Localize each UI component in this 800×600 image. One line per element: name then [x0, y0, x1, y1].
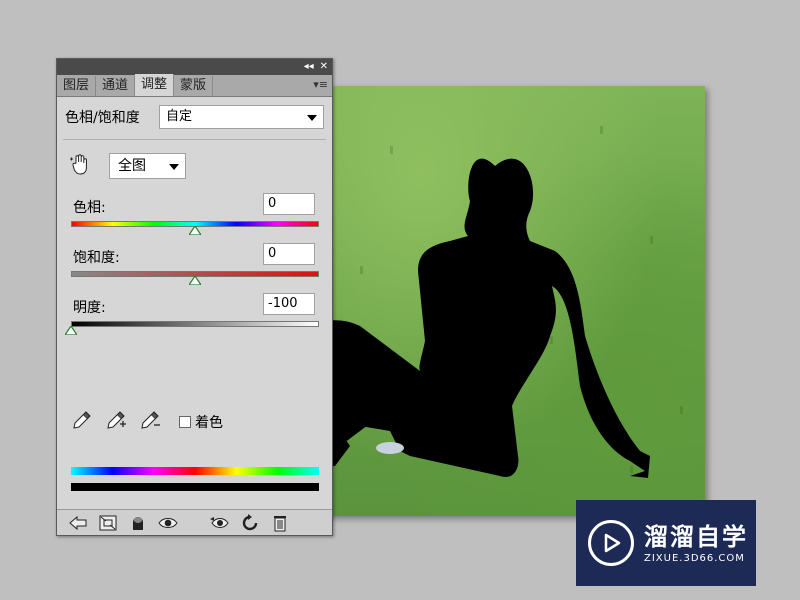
lightness-label: 明度: — [73, 300, 106, 316]
color-spectrum-bar — [71, 467, 319, 475]
clip-layer-icon[interactable] — [123, 512, 153, 534]
adjustments-panel: ◂◂ ✕ 图层 通道 调整 蒙版 ▾≡ 色相/饱和度 自定 全图 色相: 0 饱… — [56, 58, 333, 536]
colorize-checkbox[interactable] — [179, 416, 191, 428]
hue-slider-thumb[interactable] — [189, 226, 201, 235]
tab-layers[interactable]: 图层 — [57, 76, 97, 96]
hue-input[interactable]: 0 — [263, 193, 315, 215]
reset-icon[interactable] — [235, 512, 265, 534]
hue-label: 色相: — [73, 200, 106, 216]
watermark-title: 溜溜自学 — [644, 522, 748, 551]
view-previous-icon[interactable] — [205, 512, 235, 534]
watermark-text: 溜溜自学 ZIXUE.3D66.COM — [644, 523, 748, 564]
targeted-adjustment-hand-icon[interactable] — [69, 153, 93, 181]
lightness-slider-thumb[interactable] — [65, 326, 77, 335]
preset-value: 自定 — [166, 109, 193, 124]
watermark-subtitle: ZIXUE.3D66.COM — [644, 552, 745, 564]
silhouette-image — [300, 116, 683, 478]
canvas-photo[interactable] — [300, 86, 705, 516]
colorize-label: 着色 — [195, 415, 223, 431]
panel-menu-icon[interactable]: ▾≡ — [313, 78, 328, 91]
saturation-slider-thumb[interactable] — [189, 276, 201, 285]
eyedropper-add-icon[interactable] — [105, 409, 127, 431]
visibility-eye-icon[interactable] — [153, 512, 183, 534]
chevron-down-icon — [169, 164, 179, 170]
adjustment-title: 色相/饱和度 — [65, 110, 140, 126]
eyedropper-subtract-icon[interactable] — [139, 409, 161, 431]
tab-channels[interactable]: 通道 — [96, 76, 136, 96]
preset-row: 色相/饱和度 自定 — [57, 99, 332, 135]
close-icon[interactable]: ✕ — [320, 61, 328, 73]
expand-view-icon[interactable] — [93, 512, 123, 534]
colorize-option[interactable]: 着色 — [179, 412, 223, 432]
lightness-input[interactable]: -100 — [263, 293, 315, 315]
lightness-slider-track[interactable] — [71, 321, 319, 327]
chevron-down-icon — [307, 115, 317, 121]
saturation-input[interactable]: 0 — [263, 243, 315, 265]
back-arrow-icon[interactable] — [63, 512, 93, 534]
saturation-label: 饱和度: — [73, 250, 120, 266]
edit-range-dropdown[interactable]: 全图 — [109, 153, 186, 179]
panel-titlebar: ◂◂ ✕ — [57, 59, 332, 75]
edit-range-value: 全图 — [118, 158, 146, 174]
play-logo-icon — [588, 520, 634, 566]
eyedropper-icon[interactable] — [71, 409, 93, 431]
watermark-logo: 溜溜自学 ZIXUE.3D66.COM — [576, 500, 756, 586]
tab-adjustments[interactable]: 调整 — [135, 74, 175, 96]
collapse-icon[interactable]: ◂◂ — [304, 61, 314, 73]
divider — [63, 139, 326, 140]
preset-dropdown[interactable]: 自定 — [159, 105, 324, 129]
tab-masks[interactable]: 蒙版 — [174, 76, 214, 96]
result-spectrum-bar — [71, 483, 319, 491]
eyedropper-group — [71, 409, 161, 431]
panel-tabs: 图层 通道 调整 蒙版 ▾≡ — [57, 74, 332, 97]
panel-bottom-toolbar — [57, 509, 332, 535]
trash-icon[interactable] — [265, 512, 295, 534]
